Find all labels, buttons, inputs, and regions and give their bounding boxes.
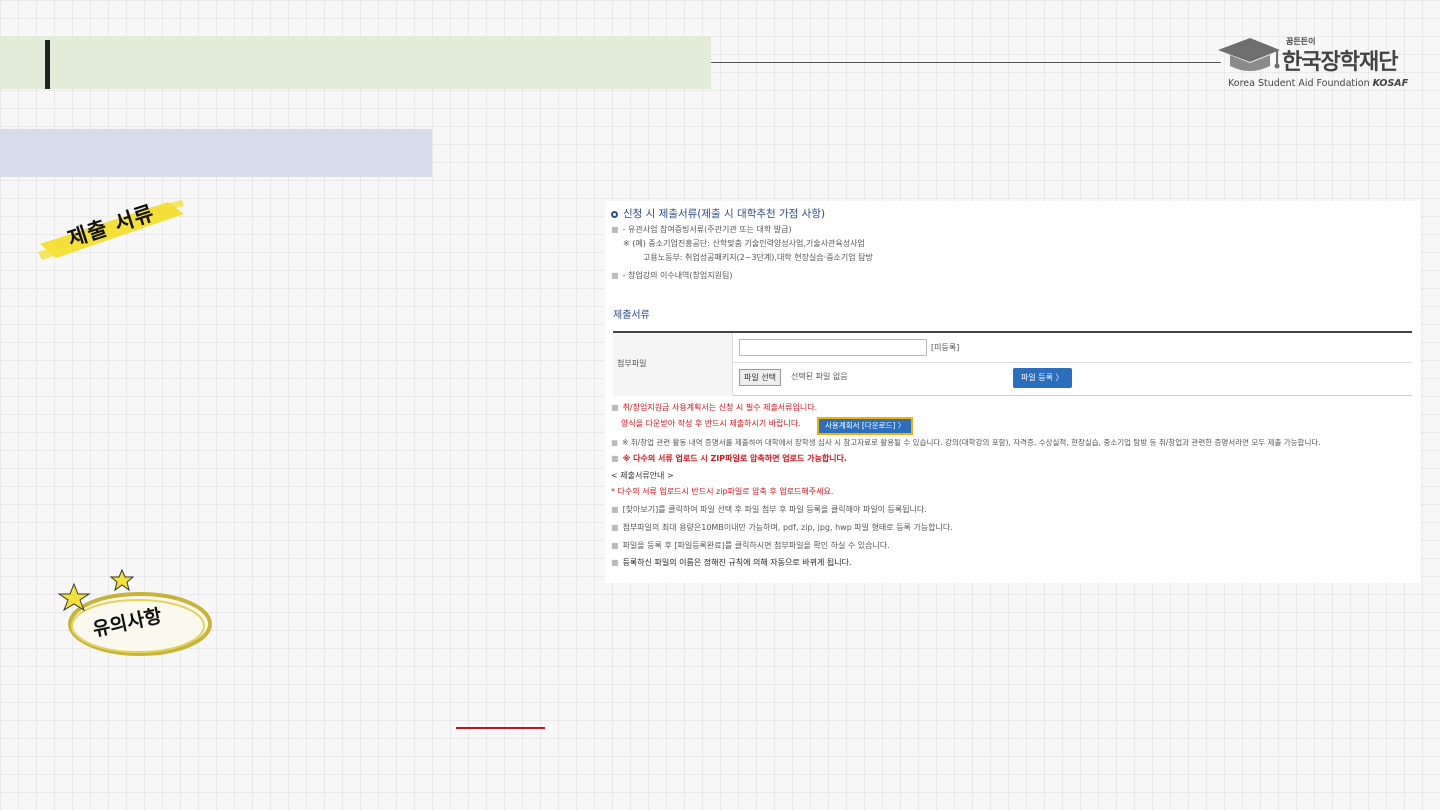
logo-english-name: Korea Student Aid Foundation KOSAF	[1228, 78, 1409, 89]
note-item: ■ - 창업강의 이수내역(창업지원팀)	[611, 271, 733, 280]
table-label-cell: 첨부파일	[613, 333, 733, 396]
guide-zip-warning: * 다수의 서류 업로드시 반드시 zip파일로 압축 후 업로드해주세요.	[611, 487, 834, 496]
zip-upload-note: ■ ※ 다수의 서류 업로드 시 ZIP파일로 압축하면 업로드 가능합니다.	[611, 454, 847, 463]
header-accent-bar	[45, 40, 50, 89]
guide-title: < 제출서류안내 >	[611, 471, 674, 480]
guide-item: ■ 파일을 등록 후 [파일등록완료]를 클릭하시면 첨부파일을 확인 하실 수 …	[611, 541, 890, 550]
guide-item: ■ 첨부파일의 최대 용량은10MB이내만 가능하며, pdf, zip, jpg…	[611, 523, 953, 532]
subtitle-band	[0, 129, 432, 177]
filename-input[interactable]	[739, 339, 927, 356]
note-item: ■ - 유관사업 참여증빙서류(주관기관 또는 대학 발급)	[611, 225, 792, 234]
header-divider-line	[711, 62, 1221, 63]
circle-bullet-icon	[611, 210, 618, 218]
row-divider	[733, 362, 1412, 363]
unregistered-label: [미등록]	[931, 343, 960, 352]
attachment-table: 첨부파일 [미등록] 파일 선택 선택된 파일 없음 파일 등록 〉	[613, 331, 1412, 396]
plan-download-button[interactable]: 사용계획서 [다운로드] 〉	[817, 417, 914, 435]
download-instruction: 양식을 다운받아 작성 후 반드시 제출하시기 바랍니다.	[621, 419, 801, 428]
header-band	[0, 36, 711, 89]
section-title: 신청 시 제출서류(제출 시 대학추천 가점 사항)	[611, 208, 825, 222]
graduation-cap-icon	[1218, 38, 1280, 71]
red-underline	[456, 727, 545, 729]
docs-section-title: 제출서류	[613, 310, 650, 321]
activity-certificate-note: ■ ※ 취/창업 관련 활동 내역 증명서를 제출하여 대학에서 장학생 심사 시…	[611, 438, 1321, 447]
file-register-button[interactable]: 파일 등록 〉	[1013, 368, 1072, 388]
no-file-text: 선택된 파일 없음	[791, 372, 848, 381]
note-item: 고용노동부: 취업성공패키지(2~3단계),대학 현장실습·중소기업 탐방	[643, 253, 873, 262]
note-item: ※ (예) 중소기업진흥공단: 산학맞춤 기술인력양성사업,기술사관육성사업	[623, 239, 865, 248]
logo-name: 한국장학재단	[1282, 50, 1398, 75]
attachment-label: 첨부파일	[617, 359, 647, 368]
required-doc-warning: ■ 취/창업지원금 사용계획서는 신청 시 필수 제출서류입니다.	[611, 403, 818, 412]
guide-item: ■ 등록하신 파일의 이름은 정해진 규칙에 의해 자동으로 바뀌게 됩니다.	[611, 558, 852, 567]
kosaf-logo: 꿈든든이 한국장학재단 Korea Student Aid Foundation…	[1214, 34, 1408, 94]
embedded-form-screenshot: 신청 시 제출서류(제출 시 대학추천 가점 사항) ■ - 유관사업 참여증빙서…	[605, 201, 1420, 583]
guide-item: ■ [찾아보기]를 클릭하여 파일 선택 후 파일 첨부 후 파일 등록을 클릭해…	[611, 505, 927, 514]
file-select-button[interactable]: 파일 선택	[739, 369, 781, 386]
